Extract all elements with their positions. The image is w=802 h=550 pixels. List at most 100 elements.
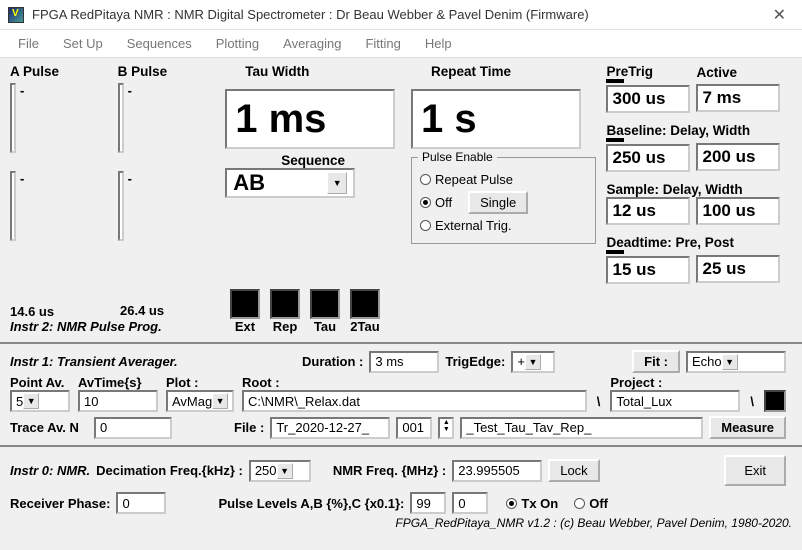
- duration-label: Duration :: [302, 354, 363, 369]
- bpulse-slider-top[interactable]: [118, 83, 124, 153]
- deadtime-pre[interactable]: 15 us: [606, 256, 690, 284]
- root-label: Root :: [242, 375, 587, 390]
- apulse-slider-top[interactable]: [10, 83, 16, 153]
- panel-instr1: Instr 1: Transient Averager. Duration : …: [0, 346, 802, 443]
- nmrfreq-label: NMR Freq. {MHz} :: [333, 463, 446, 478]
- deadtime-label: Deadtime: Pre, Post: [606, 235, 792, 250]
- apulse-readout: 14.6 us: [10, 304, 110, 319]
- level-b-input[interactable]: 0: [452, 492, 488, 514]
- switch-tau[interactable]: [310, 289, 340, 319]
- decim-select[interactable]: 250▼: [249, 460, 311, 482]
- exit-button[interactable]: Exit: [724, 455, 786, 486]
- pretrig-value[interactable]: 300 us: [606, 85, 690, 113]
- bpulse-slider-bot[interactable]: [118, 171, 124, 241]
- panel-instr2: A Pulse - - B Pulse - - Tau Width: [0, 58, 802, 340]
- baseline-delay[interactable]: 250 us: [606, 144, 690, 172]
- file-prefix-input[interactable]: Tr_2020-12-27_: [270, 417, 390, 439]
- fit-select[interactable]: Echo▼: [686, 351, 786, 373]
- lock-button[interactable]: Lock: [548, 459, 599, 482]
- opt-external-trig[interactable]: External Trig.: [420, 218, 588, 233]
- trigedge-select[interactable]: +▼: [511, 351, 555, 373]
- sequence-select[interactable]: AB ▼: [225, 168, 355, 198]
- switch-2tau[interactable]: [350, 289, 380, 319]
- file-num-input[interactable]: 001: [396, 417, 432, 439]
- baseline-width[interactable]: 200 us: [696, 143, 780, 171]
- menu-fitting[interactable]: Fitting: [355, 34, 410, 53]
- avtime-input[interactable]: 10: [78, 390, 158, 412]
- fit-label-box: Fit :: [632, 350, 680, 373]
- traceav-input[interactable]: 0: [94, 417, 172, 439]
- baseline-label: Baseline: Delay, Width: [606, 123, 792, 138]
- file-num-stepper[interactable]: ▲▼: [438, 417, 454, 439]
- menu-averaging[interactable]: Averaging: [273, 34, 351, 53]
- project-input[interactable]: Total_Lux: [610, 390, 740, 412]
- close-icon[interactable]: ✕: [765, 5, 794, 25]
- single-button[interactable]: Single: [468, 191, 528, 214]
- menu-help[interactable]: Help: [415, 34, 462, 53]
- opt-tx-off[interactable]: Off: [574, 496, 608, 511]
- opt-tx-on[interactable]: Tx On: [506, 496, 558, 511]
- menu-setup[interactable]: Set Up: [53, 34, 113, 53]
- pretrig-label: PreTrig: [606, 64, 696, 79]
- switch-ext[interactable]: [230, 289, 260, 319]
- level-a-input[interactable]: 99: [410, 492, 446, 514]
- bpulse-readout: 26.4 us: [120, 303, 220, 334]
- rxphase-label: Receiver Phase:: [10, 496, 110, 511]
- trigedge-label: TrigEdge:: [445, 354, 505, 369]
- instr2-label: Instr 2: NMR Pulse Prog.: [10, 319, 110, 334]
- nmrfreq-input[interactable]: 23.995505: [452, 460, 542, 482]
- sample-width[interactable]: 100 us: [696, 197, 780, 225]
- footer-text: FPGA_RedPitaya_NMR v1.2 : (c) Beau Webbe…: [10, 516, 792, 530]
- pulse-enable-label: Pulse Enable: [418, 150, 497, 164]
- plot-label: Plot :: [166, 375, 236, 390]
- panel-instr0: Instr 0: NMR. Decimation Freq.{kHz} : 25…: [0, 449, 802, 536]
- tau-label: Tau Width: [245, 64, 401, 79]
- opt-repeat-pulse[interactable]: Repeat Pulse: [420, 172, 588, 187]
- chevron-down-icon[interactable]: ▼: [722, 354, 738, 370]
- chevron-down-icon[interactable]: ▼: [525, 354, 541, 370]
- active-label: Active: [696, 65, 786, 80]
- active-value[interactable]: 7 ms: [696, 84, 780, 112]
- menubar: File Set Up Sequences Plotting Averaging…: [0, 30, 802, 58]
- avtime-label: AvTime{s}: [78, 375, 160, 390]
- pointav-select[interactable]: 5▼: [10, 390, 70, 412]
- switch-rep[interactable]: [270, 289, 300, 319]
- menu-sequences[interactable]: Sequences: [117, 34, 202, 53]
- pulse-enable-group: Pulse Enable Repeat Pulse Off Single Ext…: [411, 157, 597, 244]
- chevron-down-icon[interactable]: ▼: [327, 172, 347, 194]
- project-label: Project :: [610, 375, 740, 390]
- repeat-label: Repeat Time: [431, 64, 597, 79]
- app-icon: [8, 7, 24, 23]
- repeat-value[interactable]: 1 s: [411, 89, 581, 149]
- rxphase-input[interactable]: 0: [116, 492, 166, 514]
- bpulse-label: B Pulse: [118, 64, 216, 79]
- traceav-label: Trace Av. N: [10, 420, 88, 435]
- root-input[interactable]: C:\NMR\_Relax.dat: [242, 390, 587, 412]
- sample-delay[interactable]: 12 us: [606, 197, 690, 225]
- file-label: File :: [234, 420, 264, 435]
- apulse-slider-bot[interactable]: [10, 171, 16, 241]
- instr1-label: Instr 1: Transient Averager.: [10, 354, 220, 369]
- sample-label: Sample: Delay, Width: [606, 182, 792, 197]
- file-suffix-input[interactable]: _Test_Tau_Tav_Rep_: [460, 417, 703, 439]
- sequence-value: AB: [233, 170, 265, 196]
- measure-button[interactable]: Measure: [709, 416, 786, 439]
- tau-value[interactable]: 1 ms: [225, 89, 395, 149]
- window-title: FPGA RedPitaya NMR : NMR Digital Spectro…: [32, 7, 765, 22]
- chevron-down-icon[interactable]: ▼: [212, 393, 228, 409]
- instr0-label: Instr 0: NMR.: [10, 463, 90, 478]
- menu-file[interactable]: File: [8, 34, 49, 53]
- duration-input[interactable]: 3 ms: [369, 351, 439, 373]
- levels-label: Pulse Levels A,B {%},C {x0.1}:: [218, 496, 404, 511]
- plot-select[interactable]: AvMag▼: [166, 390, 234, 412]
- opt-off[interactable]: Off Single: [420, 191, 588, 214]
- menu-plotting[interactable]: Plotting: [206, 34, 269, 53]
- titlebar: FPGA RedPitaya NMR : NMR Digital Spectro…: [0, 0, 802, 30]
- apulse-label: A Pulse: [10, 64, 108, 79]
- seq-label: Sequence: [225, 153, 401, 168]
- deadtime-post[interactable]: 25 us: [696, 255, 780, 283]
- project-color-box[interactable]: [764, 390, 786, 412]
- chevron-down-icon[interactable]: ▼: [277, 463, 293, 479]
- decim-label: Decimation Freq.{kHz} :: [96, 463, 243, 478]
- chevron-down-icon[interactable]: ▼: [23, 393, 39, 409]
